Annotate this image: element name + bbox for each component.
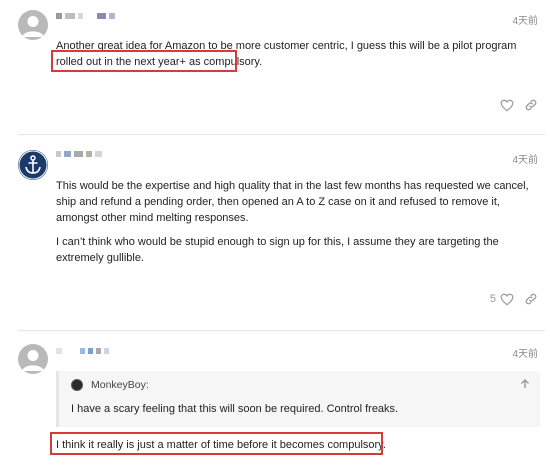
- link-icon[interactable]: [524, 292, 538, 306]
- user-avatar[interactable]: [18, 150, 48, 180]
- username-redacted[interactable]: [56, 151, 102, 157]
- link-icon[interactable]: [524, 98, 538, 112]
- chevron-up-icon[interactable]: [520, 379, 530, 389]
- quote-header: MonkeyBoy:: [71, 379, 149, 391]
- heart-icon[interactable]: [500, 99, 514, 112]
- post-paragraph: This would be the expertise and high qua…: [56, 180, 529, 224]
- highlight-box: [50, 432, 383, 455]
- post-date[interactable]: 4天前: [512, 151, 538, 166]
- post-paragraph: I can’t think who would be stupid enough…: [56, 236, 499, 264]
- anchor-avatar-icon: [18, 150, 48, 180]
- default-avatar-icon: [22, 350, 44, 371]
- username-redacted[interactable]: [56, 13, 115, 19]
- post-2: 4天前 This would be the expertise and high…: [0, 135, 550, 325]
- post-body: This would be the expertise and high qua…: [56, 178, 534, 266]
- like-count[interactable]: 5: [490, 293, 496, 305]
- post-date[interactable]: 4天前: [512, 345, 538, 360]
- quote-author-avatar[interactable]: [71, 379, 83, 391]
- highlight-box: [51, 50, 237, 72]
- post-actions: [500, 98, 538, 112]
- heart-icon[interactable]: [500, 293, 514, 306]
- username-redacted[interactable]: [56, 348, 109, 354]
- user-avatar[interactable]: [18, 344, 48, 374]
- post-actions: 5: [490, 292, 538, 306]
- post-date[interactable]: 4天前: [512, 12, 538, 27]
- post-1: 4天前 Another great idea for Amazon to be …: [0, 0, 550, 130]
- quote-author[interactable]: MonkeyBoy:: [91, 379, 149, 391]
- quote-block: MonkeyBoy: I have a scary feeling that t…: [56, 371, 540, 427]
- default-avatar-icon: [22, 16, 44, 37]
- quote-text: I have a scary feeling that this will so…: [71, 403, 399, 415]
- user-avatar[interactable]: [18, 10, 48, 40]
